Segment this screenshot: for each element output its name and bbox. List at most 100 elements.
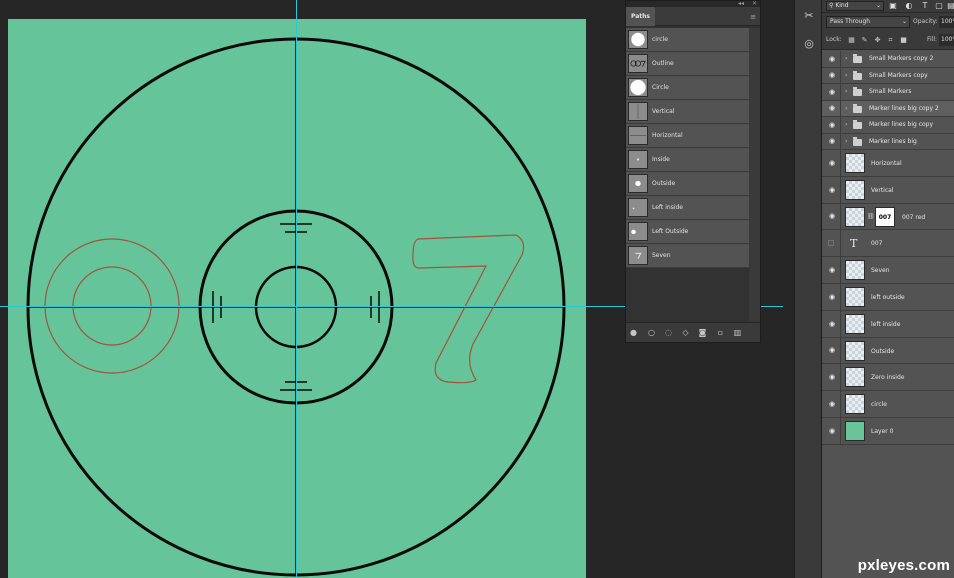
stroke-path-icon[interactable]: ○ <box>646 327 657 338</box>
lock-transparent-icon[interactable]: ▦ <box>847 35 856 45</box>
visibility-toggle[interactable]: ◉ <box>822 283 841 310</box>
adjustment-filter-icon[interactable]: ◐ <box>904 1 914 11</box>
layer-group-marker-lines-big-copy[interactable]: ◉ › Marker lines big copy <box>822 117 954 134</box>
tab-paths[interactable]: Paths <box>626 7 655 26</box>
menu-icon[interactable]: ≡ <box>750 13 756 21</box>
lock-position-icon[interactable]: ✥ <box>873 35 882 45</box>
lock-image-icon[interactable]: ✎ <box>860 35 869 45</box>
shape-filter-icon[interactable]: ▢ <box>934 1 944 11</box>
hidden-visibility-box <box>828 240 834 247</box>
layer-circle[interactable]: ◉ circle <box>822 391 954 418</box>
chevron-right-icon[interactable]: › <box>845 101 847 117</box>
layer-name: Small Markers copy <box>869 71 928 79</box>
path-item-inside[interactable]: Inside <box>626 148 750 172</box>
tools-icon[interactable]: ✂ <box>802 9 816 23</box>
layer-layer-0[interactable]: ◉ Layer 0 <box>822 417 954 445</box>
layer-name: left inside <box>871 320 901 328</box>
layer-name: Seven <box>871 267 890 275</box>
visibility-toggle[interactable]: ◉ <box>822 67 841 83</box>
visibility-toggle[interactable]: ◉ <box>822 337 841 364</box>
lock-all-icon[interactable]: ■ <box>899 35 908 45</box>
libraries-icon[interactable]: ◎ <box>802 37 816 51</box>
path-thumbnail <box>628 246 648 265</box>
lock-row: Lock: ▦ ✎ ✥ ⌗ ■ Fill: 100% <box>822 31 954 50</box>
path-item-outside[interactable]: Outside <box>626 172 750 196</box>
layer-zero-inside[interactable]: ◉ Zero inside <box>822 364 954 392</box>
layer-group-small-markers-copy[interactable]: ◉ › Small Markers copy <box>822 67 954 84</box>
new-path-icon[interactable]: ▫ <box>715 327 726 338</box>
type-filter-icon[interactable]: T <box>920 1 930 11</box>
chevron-right-icon[interactable]: › <box>845 84 847 100</box>
layer-group-marker-lines-big-copy-2[interactable]: ◉ › Marker lines big copy 2 <box>822 100 954 117</box>
lock-artboard-icon[interactable]: ⌗ <box>886 35 895 45</box>
layer-outside[interactable]: ◉ Outside <box>822 337 954 365</box>
layer-007-red[interactable]: ◉ ⛓ 007 007 red <box>822 203 954 231</box>
blend-mode-select[interactable]: Pass Through ⌄ <box>826 16 910 28</box>
lock-label: Lock: <box>826 36 842 43</box>
chevron-right-icon[interactable]: › <box>845 134 847 150</box>
layer-horizontal[interactable]: ◉ Horizontal <box>822 150 954 177</box>
paths-panel: ◂◂ ✕ Paths ≡ circle Outline Circle Verti… <box>625 0 761 343</box>
layer-group-marker-lines-big[interactable]: ◉ › Marker lines big <box>822 133 954 150</box>
layers-filter-bar: ⚲ Kind ⌄ ▣ ◐ T ▢ ▤ <box>822 0 954 13</box>
path-item-left-outside[interactable]: Left Outside <box>626 220 750 244</box>
layer-left-inside[interactable]: ◉ left inside <box>822 310 954 338</box>
visibility-toggle[interactable]: ◉ <box>822 310 841 337</box>
link-icon[interactable]: ⛓ <box>867 213 875 220</box>
visibility-toggle[interactable]: ◉ <box>822 51 841 67</box>
visibility-toggle[interactable]: ◉ <box>822 117 841 133</box>
chevron-right-icon[interactable]: › <box>845 51 847 67</box>
layer-seven[interactable]: ◉ Seven <box>822 257 954 284</box>
artboard[interactable] <box>8 19 586 578</box>
visibility-toggle[interactable]: ◉ <box>822 364 841 391</box>
layer-group-small-markers[interactable]: ◉ › Small Markers <box>822 84 954 101</box>
filter-kind-select[interactable]: ⚲ Kind ⌄ <box>826 1 884 11</box>
path-item-vertical[interactable]: Vertical <box>626 100 750 124</box>
path-item-horizontal[interactable]: Horizontal <box>626 124 750 148</box>
canvas-artwork <box>8 19 586 578</box>
visibility-toggle[interactable]: ◉ <box>822 150 841 176</box>
close-panel-icon[interactable]: ✕ <box>752 0 757 7</box>
fill-path-icon[interactable]: ● <box>628 327 639 338</box>
layer-mask-thumbnail[interactable]: 007 <box>875 206 895 227</box>
eye-icon: ◉ <box>828 104 836 113</box>
collapse-panel-icon[interactable]: ◂◂ <box>738 0 744 7</box>
layer-thumbnail <box>845 286 865 307</box>
chevron-right-icon[interactable]: › <box>845 68 847 84</box>
visibility-toggle[interactable]: ◉ <box>822 100 841 116</box>
load-selection-icon[interactable]: ◌ <box>663 327 674 338</box>
vertical-guide[interactable] <box>296 0 297 578</box>
layer-007-text[interactable]: T 007 <box>822 230 954 258</box>
eye-icon: ◉ <box>828 137 836 146</box>
make-work-path-icon[interactable]: ◇ <box>680 327 691 338</box>
visibility-toggle[interactable]: ◉ <box>822 391 841 417</box>
add-mask-icon[interactable]: ◙ <box>697 327 708 338</box>
pixel-filter-icon[interactable]: ▣ <box>888 1 898 11</box>
trash-icon[interactable]: ▥ <box>732 327 743 338</box>
path-item-circle[interactable]: circle <box>626 28 750 52</box>
layer-thumbnail <box>845 313 865 334</box>
paths-scrollbar[interactable] <box>749 28 760 321</box>
visibility-toggle[interactable]: ◉ <box>822 203 841 230</box>
path-item-seven[interactable]: Seven <box>626 244 750 268</box>
layer-left-outside[interactable]: ◉ left outside <box>822 283 954 311</box>
blend-mode-value: Pass Through <box>830 18 871 25</box>
visibility-toggle[interactable] <box>822 230 841 257</box>
visibility-toggle[interactable]: ◉ <box>822 84 841 100</box>
visibility-toggle[interactable]: ◉ <box>822 133 841 149</box>
path-item-left-inside[interactable]: Left inside <box>626 196 750 220</box>
visibility-toggle[interactable]: ◉ <box>822 417 841 444</box>
layer-group-small-markers-copy-2[interactable]: ◉ › Small Markers copy 2 <box>822 51 954 68</box>
visibility-toggle[interactable]: ◉ <box>822 257 841 283</box>
visibility-toggle[interactable]: ◉ <box>822 176 841 203</box>
opacity-input[interactable]: 100% <box>939 16 954 28</box>
layer-name: 007 <box>871 240 883 248</box>
path-item-outline[interactable]: Outline <box>626 52 750 76</box>
layer-thumbnail <box>845 206 865 227</box>
smart-object-filter-icon[interactable]: ▤ <box>946 1 954 11</box>
fill-input[interactable]: 100% <box>939 34 954 46</box>
path-item-circle-2[interactable]: Circle <box>626 76 750 100</box>
chevron-right-icon[interactable]: › <box>845 117 847 133</box>
layer-vertical[interactable]: ◉ Vertical <box>822 176 954 204</box>
folder-icon <box>853 54 862 63</box>
